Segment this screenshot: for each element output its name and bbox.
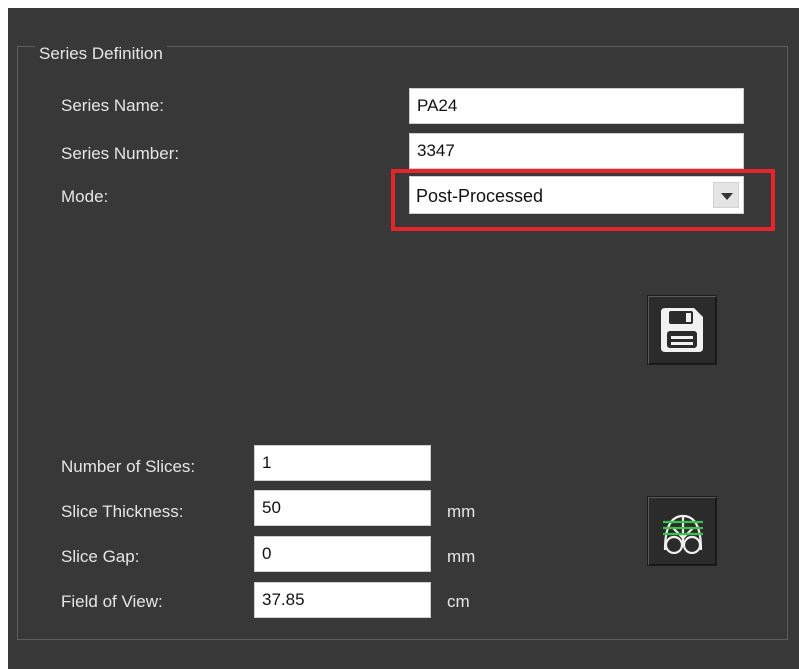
slice-gap-unit: mm (447, 547, 476, 566)
series-number-input[interactable] (409, 133, 744, 169)
field-of-view-input[interactable] (254, 582, 431, 618)
mode-highlight-box (391, 169, 775, 231)
slice-thickness-input[interactable] (254, 490, 431, 526)
slice-thickness-unit: mm (447, 502, 476, 521)
mode-label: Mode: (61, 187, 109, 206)
number-of-slices-input[interactable] (254, 445, 431, 481)
slice-thickness-label: Slice Thickness: (61, 502, 184, 521)
slice-planning-icon (663, 514, 703, 554)
floppy-disk-icon (661, 308, 703, 352)
slice-gap-label: Slice Gap: (61, 547, 140, 566)
slice-planning-button[interactable] (647, 496, 717, 566)
slice-gap-input[interactable] (254, 536, 431, 572)
group-title: Series Definition (35, 44, 167, 64)
series-name-label: Series Name: (61, 96, 164, 115)
field-of-view-label: Field of View: (61, 592, 163, 611)
series-name-input[interactable] (409, 88, 744, 124)
series-number-label: Series Number: (61, 144, 180, 163)
save-button[interactable] (647, 295, 717, 365)
number-of-slices-label: Number of Slices: (61, 457, 196, 476)
field-of-view-unit: cm (447, 592, 470, 611)
